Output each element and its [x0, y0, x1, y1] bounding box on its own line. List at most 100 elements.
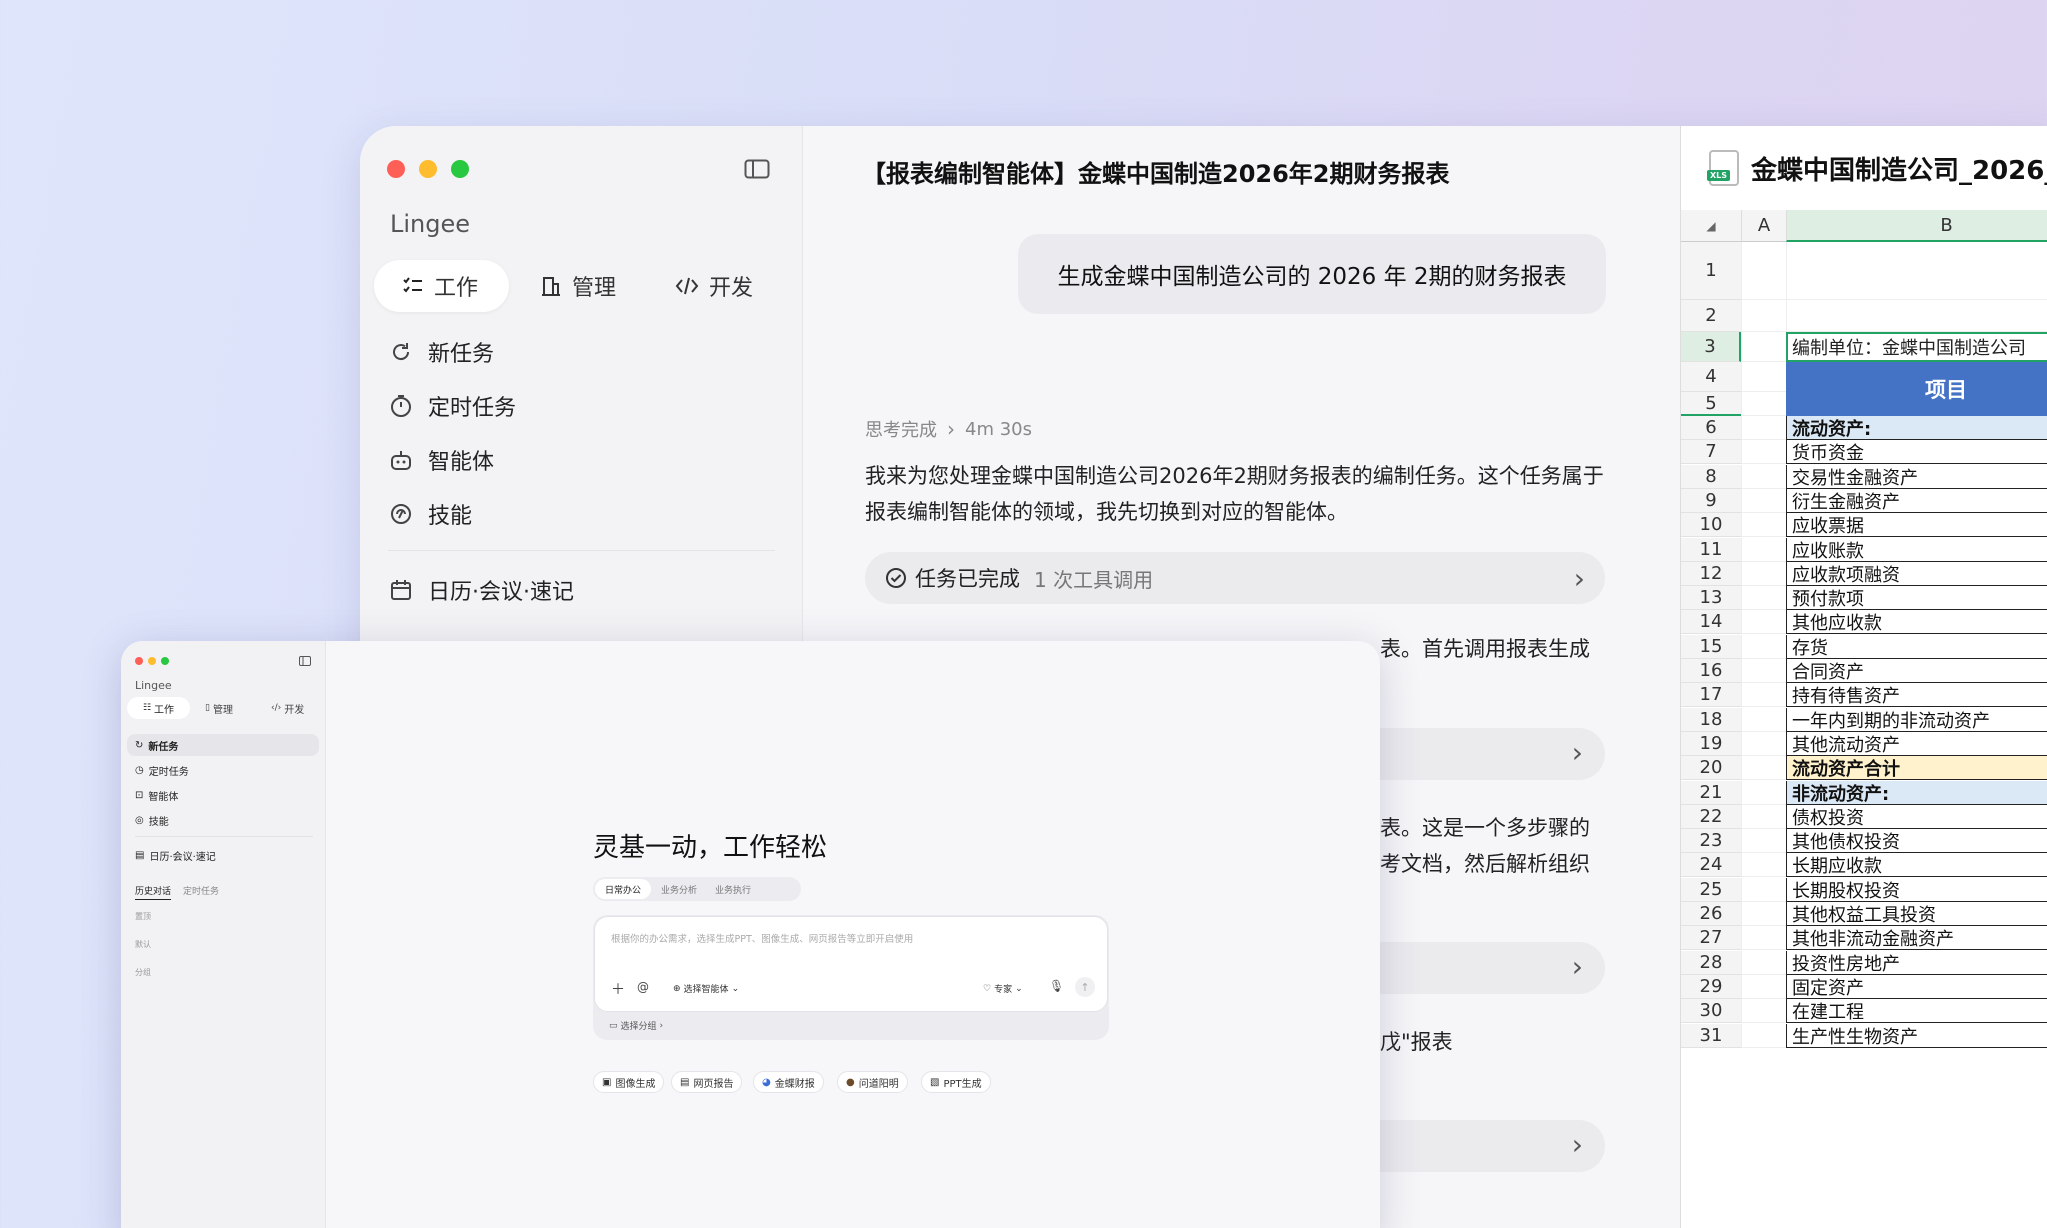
cell[interactable] — [1741, 362, 1786, 392]
cell[interactable] — [1741, 610, 1786, 634]
row-header[interactable]: 15 — [1681, 635, 1741, 659]
cell[interactable] — [1741, 659, 1786, 683]
cell[interactable] — [1741, 513, 1786, 537]
table-row-label[interactable]: 在建工程 — [1786, 999, 2047, 1023]
group-default[interactable]: 默认 — [135, 939, 151, 950]
tab-history[interactable]: 历史对话 — [135, 884, 172, 900]
column-header-b[interactable]: B — [1786, 210, 2047, 242]
table-row-label[interactable]: 债权投资 — [1786, 805, 2047, 829]
table-row-label[interactable]: 非流动资产: — [1786, 781, 2047, 805]
table-row-label[interactable]: 其他应收款 — [1786, 610, 2047, 634]
table-row-label[interactable]: 流动资产合计 — [1786, 756, 2047, 780]
task-status-bar[interactable]: 任务已完成 1 次工具调用 › — [865, 552, 1605, 604]
cell[interactable] — [1741, 538, 1786, 562]
send-button[interactable]: ↑ — [1075, 977, 1095, 997]
row-header[interactable]: 25 — [1681, 878, 1741, 902]
chip-image-generation[interactable]: ▣ 图像生成 — [593, 1071, 665, 1093]
window-close-button[interactable] — [135, 657, 143, 665]
table-row-label[interactable]: 存货 — [1786, 635, 2047, 659]
row-header[interactable]: 3 — [1681, 332, 1741, 362]
tab-develop[interactable]: 开发 — [675, 260, 753, 312]
row-header[interactable]: 5 — [1681, 392, 1741, 416]
column-header-a[interactable]: A — [1741, 210, 1786, 242]
sidebar-item-skills[interactable]: 技能 — [388, 498, 472, 530]
header-cell[interactable]: 项目 — [1786, 362, 2047, 416]
group-pinned[interactable]: 置顶 — [135, 911, 151, 922]
table-row-label[interactable]: 其他流动资产 — [1786, 732, 2047, 756]
row-header[interactable]: 14 — [1681, 610, 1741, 634]
cell[interactable] — [1741, 878, 1786, 902]
cell[interactable] — [1741, 562, 1786, 586]
cell[interactable] — [1741, 708, 1786, 732]
row-header[interactable]: 10 — [1681, 513, 1741, 537]
row-header[interactable]: 12 — [1681, 562, 1741, 586]
table-row-label[interactable]: 其他权益工具投资 — [1786, 902, 2047, 926]
cell[interactable] — [1741, 416, 1786, 440]
row-header[interactable]: 28 — [1681, 951, 1741, 975]
cell[interactable] — [1741, 756, 1786, 780]
cell[interactable] — [1786, 300, 2047, 332]
row-header[interactable]: 20 — [1681, 756, 1741, 780]
cell[interactable] — [1786, 242, 2047, 300]
row-header[interactable]: 4 — [1681, 362, 1741, 392]
expert-mode-dropdown[interactable]: ♡ 专家 ⌄ — [983, 982, 1023, 996]
mode-tab-analysis[interactable]: 业务分析 — [653, 883, 705, 896]
row-header[interactable]: 26 — [1681, 902, 1741, 926]
row-header[interactable]: 22 — [1681, 805, 1741, 829]
chip-ppt-generation[interactable]: ▧ PPT生成 — [921, 1071, 991, 1093]
table-row-label[interactable]: 货币资金 — [1786, 440, 2047, 464]
table-row-label[interactable]: 投资性房地产 — [1786, 951, 2047, 975]
row-header[interactable]: 13 — [1681, 586, 1741, 610]
table-row-label[interactable]: 流动资产: — [1786, 416, 2047, 440]
tab-manage[interactable]: 管理 — [540, 260, 616, 312]
chip-web-report[interactable]: ▤ 网页报告 — [671, 1071, 743, 1093]
sidebar-toggle-icon[interactable] — [299, 656, 311, 666]
table-row-label[interactable]: 固定资产 — [1786, 975, 2047, 999]
select-all-corner[interactable]: ◢ — [1681, 210, 1741, 242]
composer-input-box[interactable]: 根据你的办公需求，选择生成PPT、图像生成、网页报告等立即开启使用 ＋ @ ⊕ 选… — [594, 916, 1108, 1012]
sidebar-item-scheduled[interactable]: ◷ 定时任务 — [135, 763, 189, 778]
row-header[interactable]: 1 — [1681, 242, 1741, 300]
tab-scheduled-history[interactable]: 定时任务 — [183, 884, 219, 897]
cell[interactable] — [1741, 635, 1786, 659]
cell[interactable] — [1741, 332, 1786, 362]
row-header[interactable]: 31 — [1681, 1024, 1741, 1048]
mode-tab-daily[interactable]: 日常办公 — [595, 879, 652, 899]
chip-kingdee-report[interactable]: ◕ 金蝶财报 — [753, 1071, 824, 1093]
cell[interactable] — [1741, 586, 1786, 610]
table-row-label[interactable]: 长期应收款 — [1786, 853, 2047, 877]
sidebar-item-calendar[interactable]: ▤ 日历·会议·速记 — [135, 848, 216, 863]
cell[interactable] — [1741, 853, 1786, 877]
table-row-label[interactable]: 应收款项融资 — [1786, 562, 2047, 586]
row-header[interactable]: 7 — [1681, 440, 1741, 464]
select-group-button[interactable]: ▭ 选择分组 › — [609, 1019, 663, 1033]
window-zoom-button[interactable] — [451, 160, 469, 178]
cell[interactable] — [1741, 926, 1786, 950]
table-row-label[interactable]: 交易性金融资产 — [1786, 465, 2047, 489]
row-header[interactable]: 18 — [1681, 708, 1741, 732]
table-row-label[interactable]: 合同资产 — [1786, 659, 2047, 683]
row-header[interactable]: 19 — [1681, 732, 1741, 756]
table-row-label[interactable]: 应收账款 — [1786, 538, 2047, 562]
row-header[interactable]: 17 — [1681, 683, 1741, 707]
cell[interactable] — [1741, 683, 1786, 707]
cell[interactable] — [1741, 829, 1786, 853]
window-minimize-button[interactable] — [419, 160, 437, 178]
table-row-label[interactable]: 应收票据 — [1786, 513, 2047, 537]
cell[interactable] — [1741, 902, 1786, 926]
row-header[interactable]: 30 — [1681, 999, 1741, 1023]
microphone-icon[interactable]: 🎙︎ — [1049, 979, 1064, 993]
sidebar-item-skills[interactable]: ◎ 技能 — [135, 813, 169, 828]
cell[interactable] — [1741, 440, 1786, 464]
row-header[interactable]: 16 — [1681, 659, 1741, 683]
row-header[interactable]: 21 — [1681, 781, 1741, 805]
prompt-input[interactable]: 根据你的办公需求，选择生成PPT、图像生成、网页报告等立即开启使用 — [611, 931, 913, 945]
add-icon[interactable]: ＋ — [611, 979, 625, 999]
unit-cell[interactable]: 编制单位：金蝶中国制造公司 — [1786, 332, 2047, 362]
table-row-label[interactable]: 一年内到期的非流动资产 — [1786, 708, 2047, 732]
window-minimize-button[interactable] — [148, 657, 156, 665]
cell[interactable] — [1741, 999, 1786, 1023]
row-header[interactable]: 6 — [1681, 416, 1741, 440]
cell[interactable] — [1741, 732, 1786, 756]
cell[interactable] — [1741, 951, 1786, 975]
